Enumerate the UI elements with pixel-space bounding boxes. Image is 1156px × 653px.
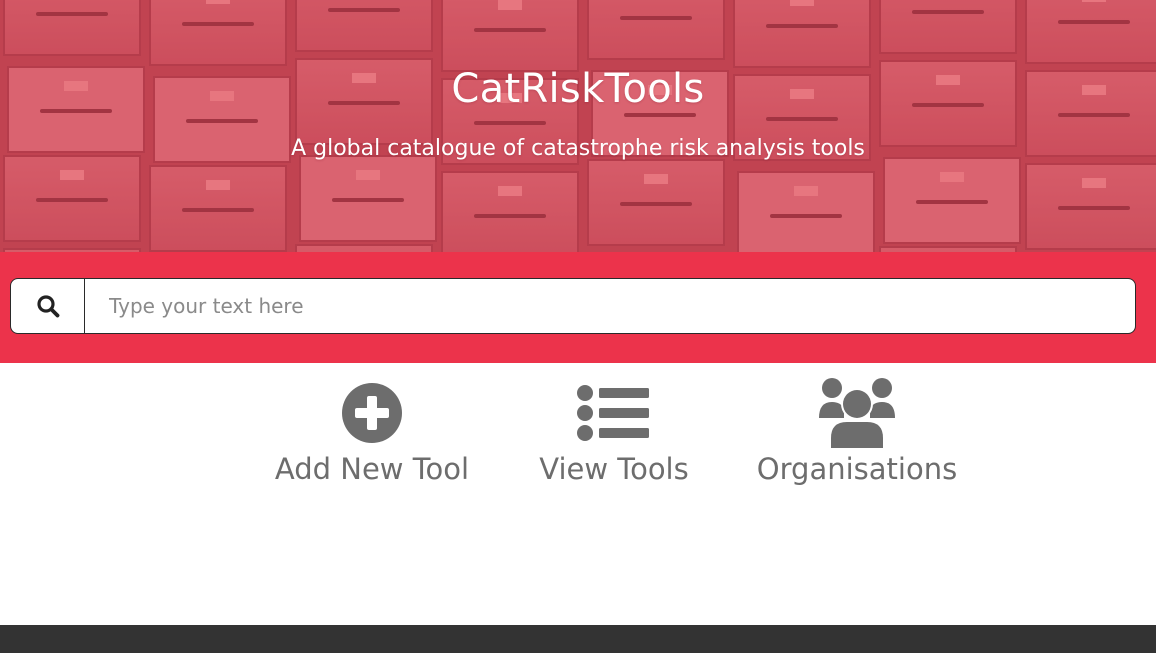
add-new-tool-button[interactable]: Add New Tool xyxy=(262,376,482,486)
list-icon xyxy=(577,385,649,441)
add-new-tool-label: Add New Tool xyxy=(274,452,470,486)
users-icon xyxy=(819,378,895,448)
search-button[interactable] xyxy=(11,279,85,333)
search-band xyxy=(0,252,1156,363)
quick-actions: Add New Tool View Tools Organisations xyxy=(0,376,1156,496)
hero-overlay xyxy=(0,0,1156,252)
site-title: CatRiskTools xyxy=(451,66,705,112)
organisations-button[interactable]: Organisations xyxy=(752,376,962,486)
view-tools-label: View Tools xyxy=(539,452,689,486)
organisations-label: Organisations xyxy=(756,452,958,486)
search-input[interactable] xyxy=(85,279,1135,333)
site-tagline: A global catalogue of catastrophe risk a… xyxy=(291,136,865,161)
view-tools-button[interactable]: View Tools xyxy=(524,376,704,486)
footer-bar xyxy=(0,625,1156,653)
search-bar xyxy=(10,278,1136,334)
hero-banner: CatRiskTools A global catalogue of catas… xyxy=(0,0,1156,252)
plus-circle-icon xyxy=(342,383,402,443)
search-icon xyxy=(36,295,59,318)
